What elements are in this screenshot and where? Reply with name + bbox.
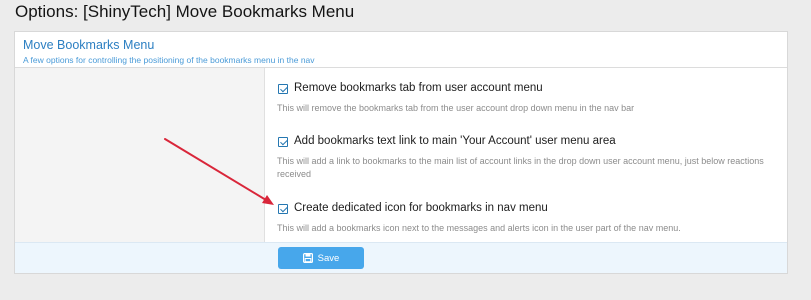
option-label[interactable]: Create dedicated icon for bookmarks in n… xyxy=(294,202,548,214)
panel-header: Move Bookmarks Menu A few options for co… xyxy=(15,32,787,68)
options-panel: Move Bookmarks Menu A few options for co… xyxy=(14,31,788,274)
label-column xyxy=(15,68,265,244)
option-row[interactable]: Create dedicated icon for bookmarks in n… xyxy=(277,202,777,218)
option-row[interactable]: Add bookmarks text link to main 'Your Ac… xyxy=(277,135,777,151)
panel-title: Move Bookmarks Menu xyxy=(23,38,155,52)
save-icon xyxy=(302,253,313,263)
option-description: This will add a link to bookmarks to the… xyxy=(277,156,764,179)
option-row[interactable]: Remove bookmarks tab from user account m… xyxy=(277,82,777,98)
dedicated-icon-checkbox[interactable] xyxy=(278,204,288,214)
add-bookmarks-link-checkbox[interactable] xyxy=(278,137,288,147)
option-dedicated-icon: Create dedicated icon for bookmarks in n… xyxy=(277,202,777,235)
option-description: This will add a bookmarks icon next to t… xyxy=(277,223,681,233)
option-remove-bookmarks-tab: Remove bookmarks tab from user account m… xyxy=(277,82,777,115)
form-footer: Save xyxy=(15,242,787,273)
option-add-bookmarks-text-link: Add bookmarks text link to main 'Your Ac… xyxy=(277,135,777,181)
save-button[interactable]: Save xyxy=(278,247,364,269)
remove-bookmarks-tab-checkbox[interactable] xyxy=(278,84,288,94)
save-button-label: Save xyxy=(317,252,340,264)
option-description: This will remove the bookmarks tab from … xyxy=(277,103,635,113)
panel-subtitle: A few options for controlling the positi… xyxy=(23,55,315,65)
option-label[interactable]: Add bookmarks text link to main 'Your Ac… xyxy=(294,135,616,147)
page-title: Options: [ShinyTech] Move Bookmarks Menu xyxy=(15,2,355,21)
option-label[interactable]: Remove bookmarks tab from user account m… xyxy=(294,82,543,94)
